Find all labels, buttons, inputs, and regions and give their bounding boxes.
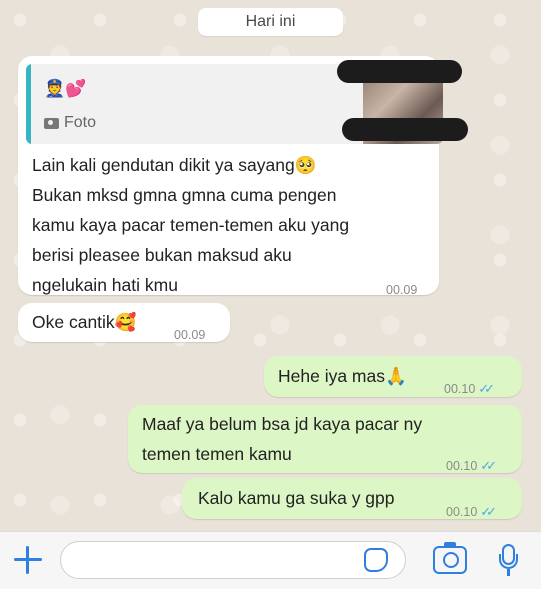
redaction-bar bbox=[342, 118, 468, 141]
message-line: Bukan mksd gmna gmna cuma pengen bbox=[32, 185, 337, 205]
message-text: Oke cantik🥰 bbox=[32, 312, 137, 332]
read-receipt-icon: ✓✓ bbox=[480, 504, 497, 519]
message-line: Lain kali gendutan dikit ya sayang🥺 bbox=[32, 155, 317, 175]
time-text: 00.10 bbox=[444, 382, 476, 396]
time-text: 00.09 bbox=[174, 328, 206, 342]
time-text: 00.09 bbox=[386, 283, 418, 297]
message-status: 00.10 ✓✓ bbox=[446, 497, 497, 527]
quote-label-row: Foto bbox=[44, 108, 96, 138]
chat-area: Hari ini 👮💕 Foto Lain kali gendutan diki… bbox=[0, 0, 541, 531]
message-text: Maaf ya belum bsa jd kaya pacar ny temen… bbox=[142, 409, 422, 469]
quote-sender-emoji: 👮💕 bbox=[44, 79, 87, 98]
message-line: Maaf ya belum bsa jd kaya pacar ny bbox=[142, 414, 423, 434]
camera-button-icon[interactable] bbox=[433, 542, 467, 574]
message-status: 00.10 ✓✓ bbox=[444, 374, 495, 404]
message-text: Kalo kamu ga suka y gpp bbox=[198, 488, 395, 508]
message-line: berisi pleasee bukan maksud aku bbox=[32, 245, 292, 265]
message-text: Hehe iya mas🙏 bbox=[278, 366, 407, 386]
microphone-icon[interactable] bbox=[499, 544, 519, 578]
outgoing-message[interactable]: Hehe iya mas🙏 00.10 ✓✓ bbox=[264, 356, 522, 397]
read-receipt-icon: ✓✓ bbox=[478, 381, 495, 396]
date-label: Hari ini bbox=[245, 13, 296, 30]
plus-icon[interactable] bbox=[12, 544, 44, 576]
camera-icon bbox=[44, 117, 59, 129]
time-text: 00.10 bbox=[446, 505, 478, 519]
message-input[interactable] bbox=[60, 541, 406, 579]
message-time: 00.09 bbox=[386, 275, 417, 305]
incoming-message[interactable]: Oke cantik🥰 00.09 bbox=[18, 303, 230, 342]
message-text: Lain kali gendutan dikit ya sayang🥺 Buka… bbox=[32, 150, 349, 300]
date-separator: Hari ini bbox=[198, 8, 343, 36]
message-time: 00.09 bbox=[174, 320, 205, 350]
message-line: temen temen kamu bbox=[142, 444, 292, 464]
incoming-message[interactable]: 👮💕 Foto Lain kali gendutan dikit ya saya… bbox=[18, 56, 443, 297]
message-line: ngelukain hati kmu bbox=[32, 275, 178, 295]
redaction-bar bbox=[337, 60, 462, 83]
outgoing-message[interactable]: Maaf ya belum bsa jd kaya pacar ny temen… bbox=[128, 405, 522, 473]
quote-accent-bar bbox=[26, 64, 31, 144]
outgoing-message[interactable]: Kalo kamu ga suka y gpp 00.10 ✓✓ bbox=[182, 478, 522, 519]
message-status: 00.10 ✓✓ bbox=[446, 451, 497, 481]
message-line: kamu kaya pacar temen-temen aku yang bbox=[32, 215, 350, 235]
time-text: 00.10 bbox=[446, 459, 478, 473]
sticker-icon[interactable] bbox=[364, 548, 388, 572]
composer-bar bbox=[0, 531, 541, 589]
quote-label: Foto bbox=[64, 114, 97, 131]
read-receipt-icon: ✓✓ bbox=[480, 458, 497, 473]
